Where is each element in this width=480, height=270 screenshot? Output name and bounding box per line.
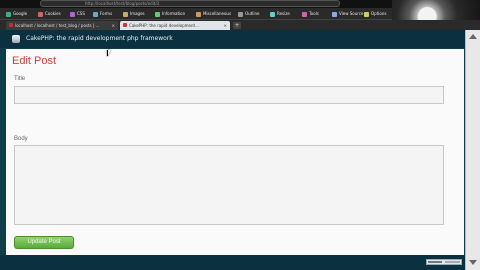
tab-label: localhost / localhost / test_blog / post… xyxy=(15,23,100,28)
bookmark-item[interactable]: Forms xyxy=(93,10,112,18)
bookmark-item[interactable]: Options xyxy=(364,10,386,18)
web-page: CakePHP: the rapid development php frame… xyxy=(0,30,480,270)
bookmark-label: Cookies xyxy=(45,11,61,16)
tab-favicon-icon xyxy=(123,23,127,27)
main-content: Edit Post Title Body Update Post xyxy=(6,49,464,255)
mouse-cursor-icon xyxy=(107,50,111,57)
bookmark-icon xyxy=(302,11,307,17)
page-scrollbar[interactable] xyxy=(465,30,480,270)
bookmark-icon xyxy=(155,11,160,17)
bookmark-label: Tools xyxy=(309,11,319,16)
cakephp-logo-icon xyxy=(12,35,20,43)
bookmark-item[interactable]: Information xyxy=(155,10,185,18)
tab-close-icon[interactable]: × xyxy=(112,21,115,30)
header-title[interactable]: CakePHP: the rapid development php frame… xyxy=(26,34,173,44)
bookmark-icon xyxy=(238,11,243,17)
bookmark-icon xyxy=(93,11,98,17)
bookmark-icon xyxy=(364,11,369,17)
bookmark-item[interactable]: CSS xyxy=(70,10,85,18)
bookmark-label: Forms xyxy=(100,11,113,16)
bookmark-label: Resize xyxy=(277,11,290,16)
bookmark-item[interactable]: Images xyxy=(123,10,145,18)
body-label: Body xyxy=(14,136,28,142)
bookmark-icon xyxy=(196,11,201,17)
bookmark-item[interactable]: Resize xyxy=(270,10,290,18)
tab-label: CakePHP: the rapid development... xyxy=(129,23,199,28)
bookmark-label: Google xyxy=(13,11,28,16)
scroll-down-icon[interactable] xyxy=(469,260,477,265)
update-post-button[interactable]: Update Post xyxy=(14,236,74,249)
tab-favicon-icon xyxy=(9,23,13,27)
bookmark-item[interactable]: Cookies xyxy=(38,10,61,18)
site-footer xyxy=(0,255,465,270)
address-bar[interactable]: http://localhost/test/blog/posts/edit/3 xyxy=(40,0,340,7)
page-title: Edit Post xyxy=(12,55,57,67)
tab-phpmyadmin[interactable]: localhost / localhost / test_blog / post… xyxy=(6,21,118,30)
bookmark-label: Images xyxy=(130,11,145,16)
bookmark-label: Outline xyxy=(245,11,260,16)
bookmark-icon xyxy=(123,11,128,17)
bookmark-item[interactable]: Outline xyxy=(238,10,259,18)
bookmark-label: CSS xyxy=(77,11,85,16)
body-textarea[interactable] xyxy=(14,145,444,225)
bookmark-icon xyxy=(332,11,337,17)
bookmark-icon xyxy=(70,11,75,17)
bookmark-label: Miscellaneous xyxy=(203,11,232,16)
bookmark-label: View Source xyxy=(339,11,364,16)
tab-close-icon[interactable]: × xyxy=(224,21,227,30)
tab-cakephp[interactable]: CakePHP: the rapid development... × xyxy=(120,21,230,30)
scroll-up-icon[interactable] xyxy=(469,34,477,39)
title-input[interactable] xyxy=(14,86,444,104)
bookmark-item[interactable]: Tools xyxy=(302,10,319,18)
powered-by-badge[interactable] xyxy=(426,259,462,265)
bookmark-label: Information xyxy=(162,11,186,16)
bookmark-item[interactable]: View Source xyxy=(332,10,364,18)
title-label: Title xyxy=(14,76,26,82)
bookmark-item[interactable]: Google xyxy=(6,10,27,18)
bookmark-icon xyxy=(38,11,43,17)
bookmark-label: Options xyxy=(371,11,387,16)
new-tab-button[interactable]: + xyxy=(233,22,241,29)
bookmark-icon xyxy=(6,11,11,17)
bookmark-icon xyxy=(270,11,275,17)
bookmark-item[interactable]: Miscellaneous xyxy=(196,10,231,18)
site-header: CakePHP: the rapid development php frame… xyxy=(0,30,465,48)
